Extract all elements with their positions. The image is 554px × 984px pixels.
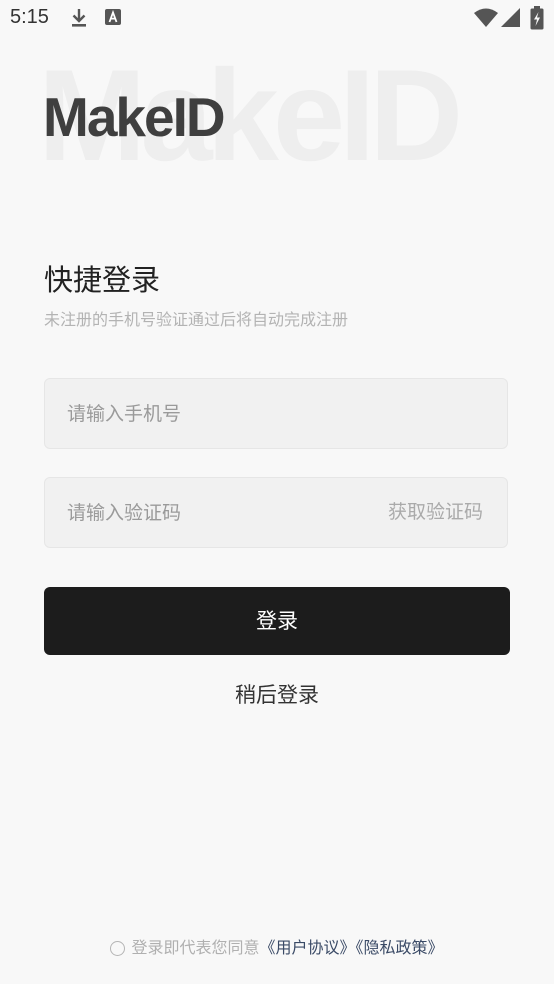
code-field: 获取验证码 xyxy=(44,477,508,548)
get-code-button[interactable]: 获取验证码 xyxy=(388,478,483,547)
download-icon xyxy=(70,8,88,32)
agreement-prefix: 登录即代表您同意 xyxy=(131,938,260,957)
font-app-icon xyxy=(105,9,121,29)
logo: MakeID MakeID xyxy=(0,50,554,180)
privacy-policy-link[interactable]: 《隐私政策》 xyxy=(356,938,444,957)
agreement-row: 登录即代表您同意《用户协议》《隐私政策》 xyxy=(0,936,554,960)
agreement-radio[interactable] xyxy=(110,941,126,956)
page-subtitle: 未注册的手机号验证通过后将自动完成注册 xyxy=(44,310,349,329)
battery-icon xyxy=(530,6,544,34)
phone-field xyxy=(44,378,508,449)
page-title: 快捷登录 xyxy=(44,263,161,297)
code-input[interactable] xyxy=(67,478,367,547)
logo-text: MakeID xyxy=(43,86,226,148)
status-bar: 5:15 xyxy=(0,0,554,38)
login-later-link[interactable]: 稍后登录 xyxy=(0,680,554,710)
wifi-icon xyxy=(474,8,498,32)
user-agreement-link[interactable]: 《用户协议》 xyxy=(259,938,355,957)
phone-input[interactable] xyxy=(67,379,367,448)
status-time: 5:15 xyxy=(10,6,49,28)
login-button[interactable]: 登录 xyxy=(44,587,510,655)
signal-icon xyxy=(501,8,521,32)
